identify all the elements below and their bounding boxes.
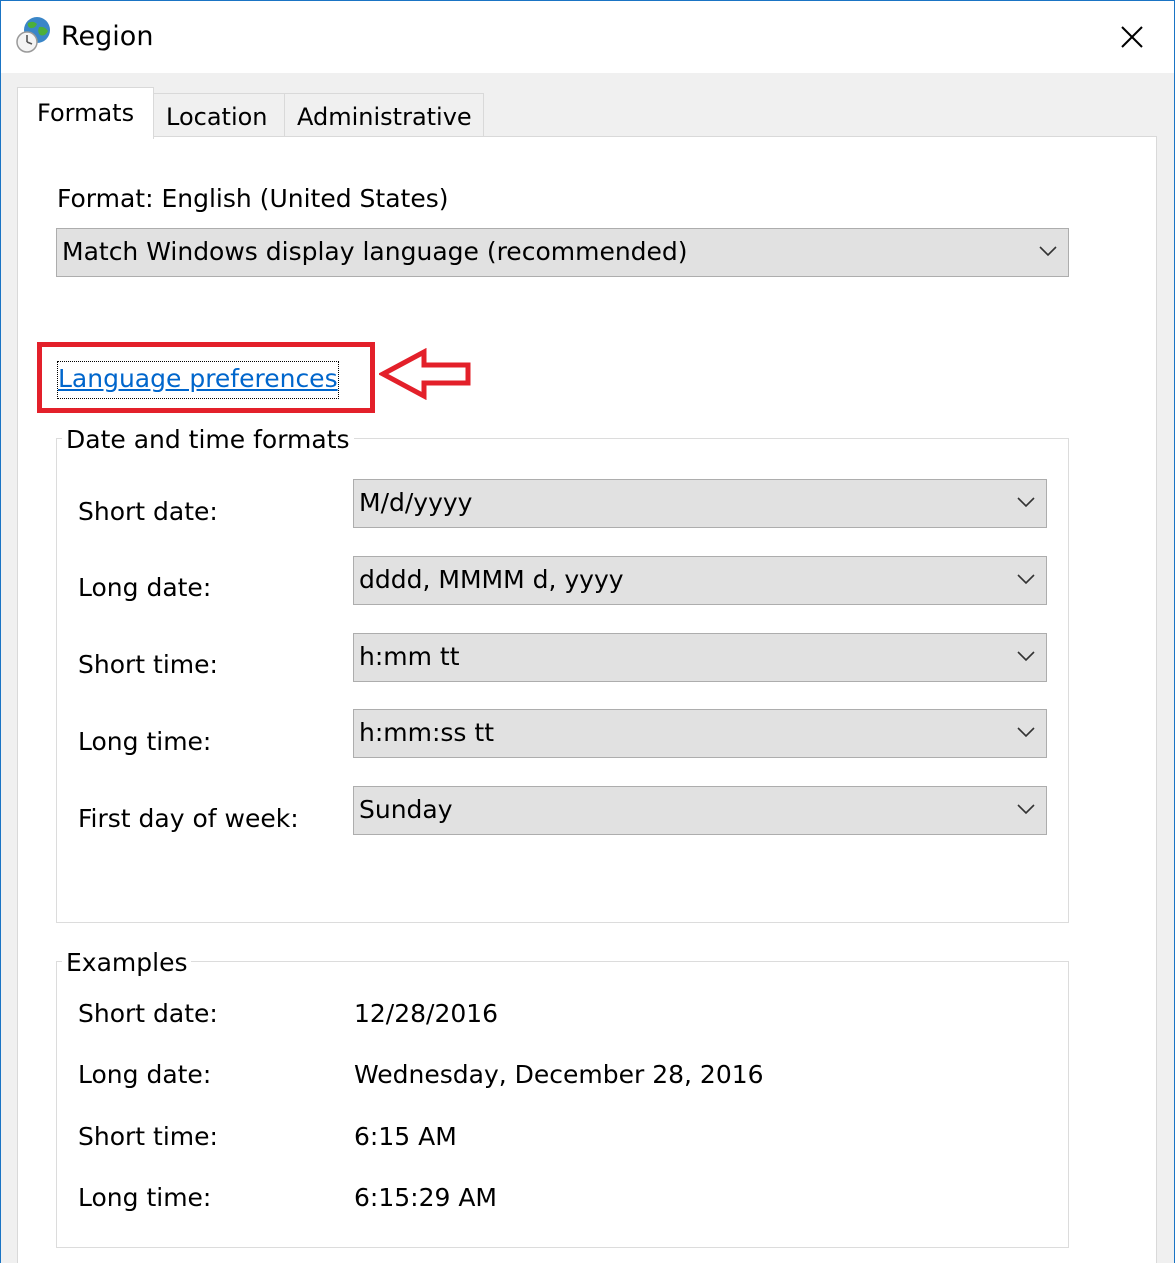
long-date-label: Long date:: [78, 573, 212, 602]
chevron-down-icon: [1017, 804, 1035, 815]
long-time-dropdown[interactable]: h:mm:ss tt: [353, 709, 1047, 758]
long-date-dropdown[interactable]: dddd, MMMM d, yyyy: [353, 556, 1047, 605]
format-dropdown[interactable]: Match Windows display language (recommen…: [56, 228, 1069, 277]
formats-panel: Format: English (United States) Match Wi…: [17, 136, 1157, 1263]
chevron-down-icon: [1017, 651, 1035, 662]
short-time-label: Short time:: [78, 650, 218, 679]
date-time-formats-title: Date and time formats: [62, 423, 354, 457]
region-dialog: Region Formats Location Administrative F…: [0, 0, 1175, 1263]
annotation-highlight-box: [37, 342, 375, 413]
window-title: Region: [61, 21, 154, 52]
example-short-time-value: 6:15 AM: [354, 1122, 457, 1151]
long-time-value: h:mm:ss tt: [359, 718, 494, 747]
tab-administrative-label: Administrative: [297, 103, 472, 131]
short-date-value: M/d/yyyy: [359, 488, 473, 517]
example-short-time-label: Short time:: [78, 1122, 218, 1151]
example-long-date-value: Wednesday, December 28, 2016: [354, 1060, 764, 1089]
globe-clock-icon: [15, 15, 55, 55]
example-long-time-value: 6:15:29 AM: [354, 1183, 497, 1212]
chevron-down-icon: [1039, 246, 1057, 257]
close-button[interactable]: [1101, 9, 1163, 65]
example-long-date-label: Long date:: [78, 1060, 212, 1089]
short-time-dropdown[interactable]: h:mm tt: [353, 633, 1047, 682]
close-icon: [1121, 26, 1143, 48]
chevron-down-icon: [1017, 727, 1035, 738]
tab-administrative[interactable]: Administrative: [284, 93, 484, 137]
tab-location[interactable]: Location: [153, 93, 285, 137]
short-date-dropdown[interactable]: M/d/yyyy: [353, 479, 1047, 528]
long-date-value: dddd, MMMM d, yyyy: [359, 565, 624, 594]
chevron-down-icon: [1017, 497, 1035, 508]
chevron-down-icon: [1017, 574, 1035, 585]
format-dropdown-value: Match Windows display language (recommen…: [62, 237, 688, 266]
tab-location-label: Location: [166, 103, 268, 131]
title-bar: Region: [1, 1, 1174, 73]
format-label: Format: English (United States): [57, 184, 449, 213]
examples-title: Examples: [62, 946, 192, 980]
first-day-of-week-dropdown[interactable]: Sunday: [353, 786, 1047, 835]
first-day-of-week-label: First day of week:: [78, 804, 299, 833]
tab-formats-label: Formats: [37, 99, 135, 127]
first-day-of-week-value: Sunday: [359, 795, 453, 824]
short-date-label: Short date:: [78, 497, 218, 526]
long-time-label: Long time:: [78, 727, 212, 756]
tab-formats[interactable]: Formats: [17, 87, 154, 139]
annotation-arrow-icon: [379, 348, 471, 400]
example-short-date-label: Short date:: [78, 999, 218, 1028]
short-time-value: h:mm tt: [359, 642, 460, 671]
example-short-date-value: 12/28/2016: [354, 999, 499, 1028]
example-long-time-label: Long time:: [78, 1183, 212, 1212]
